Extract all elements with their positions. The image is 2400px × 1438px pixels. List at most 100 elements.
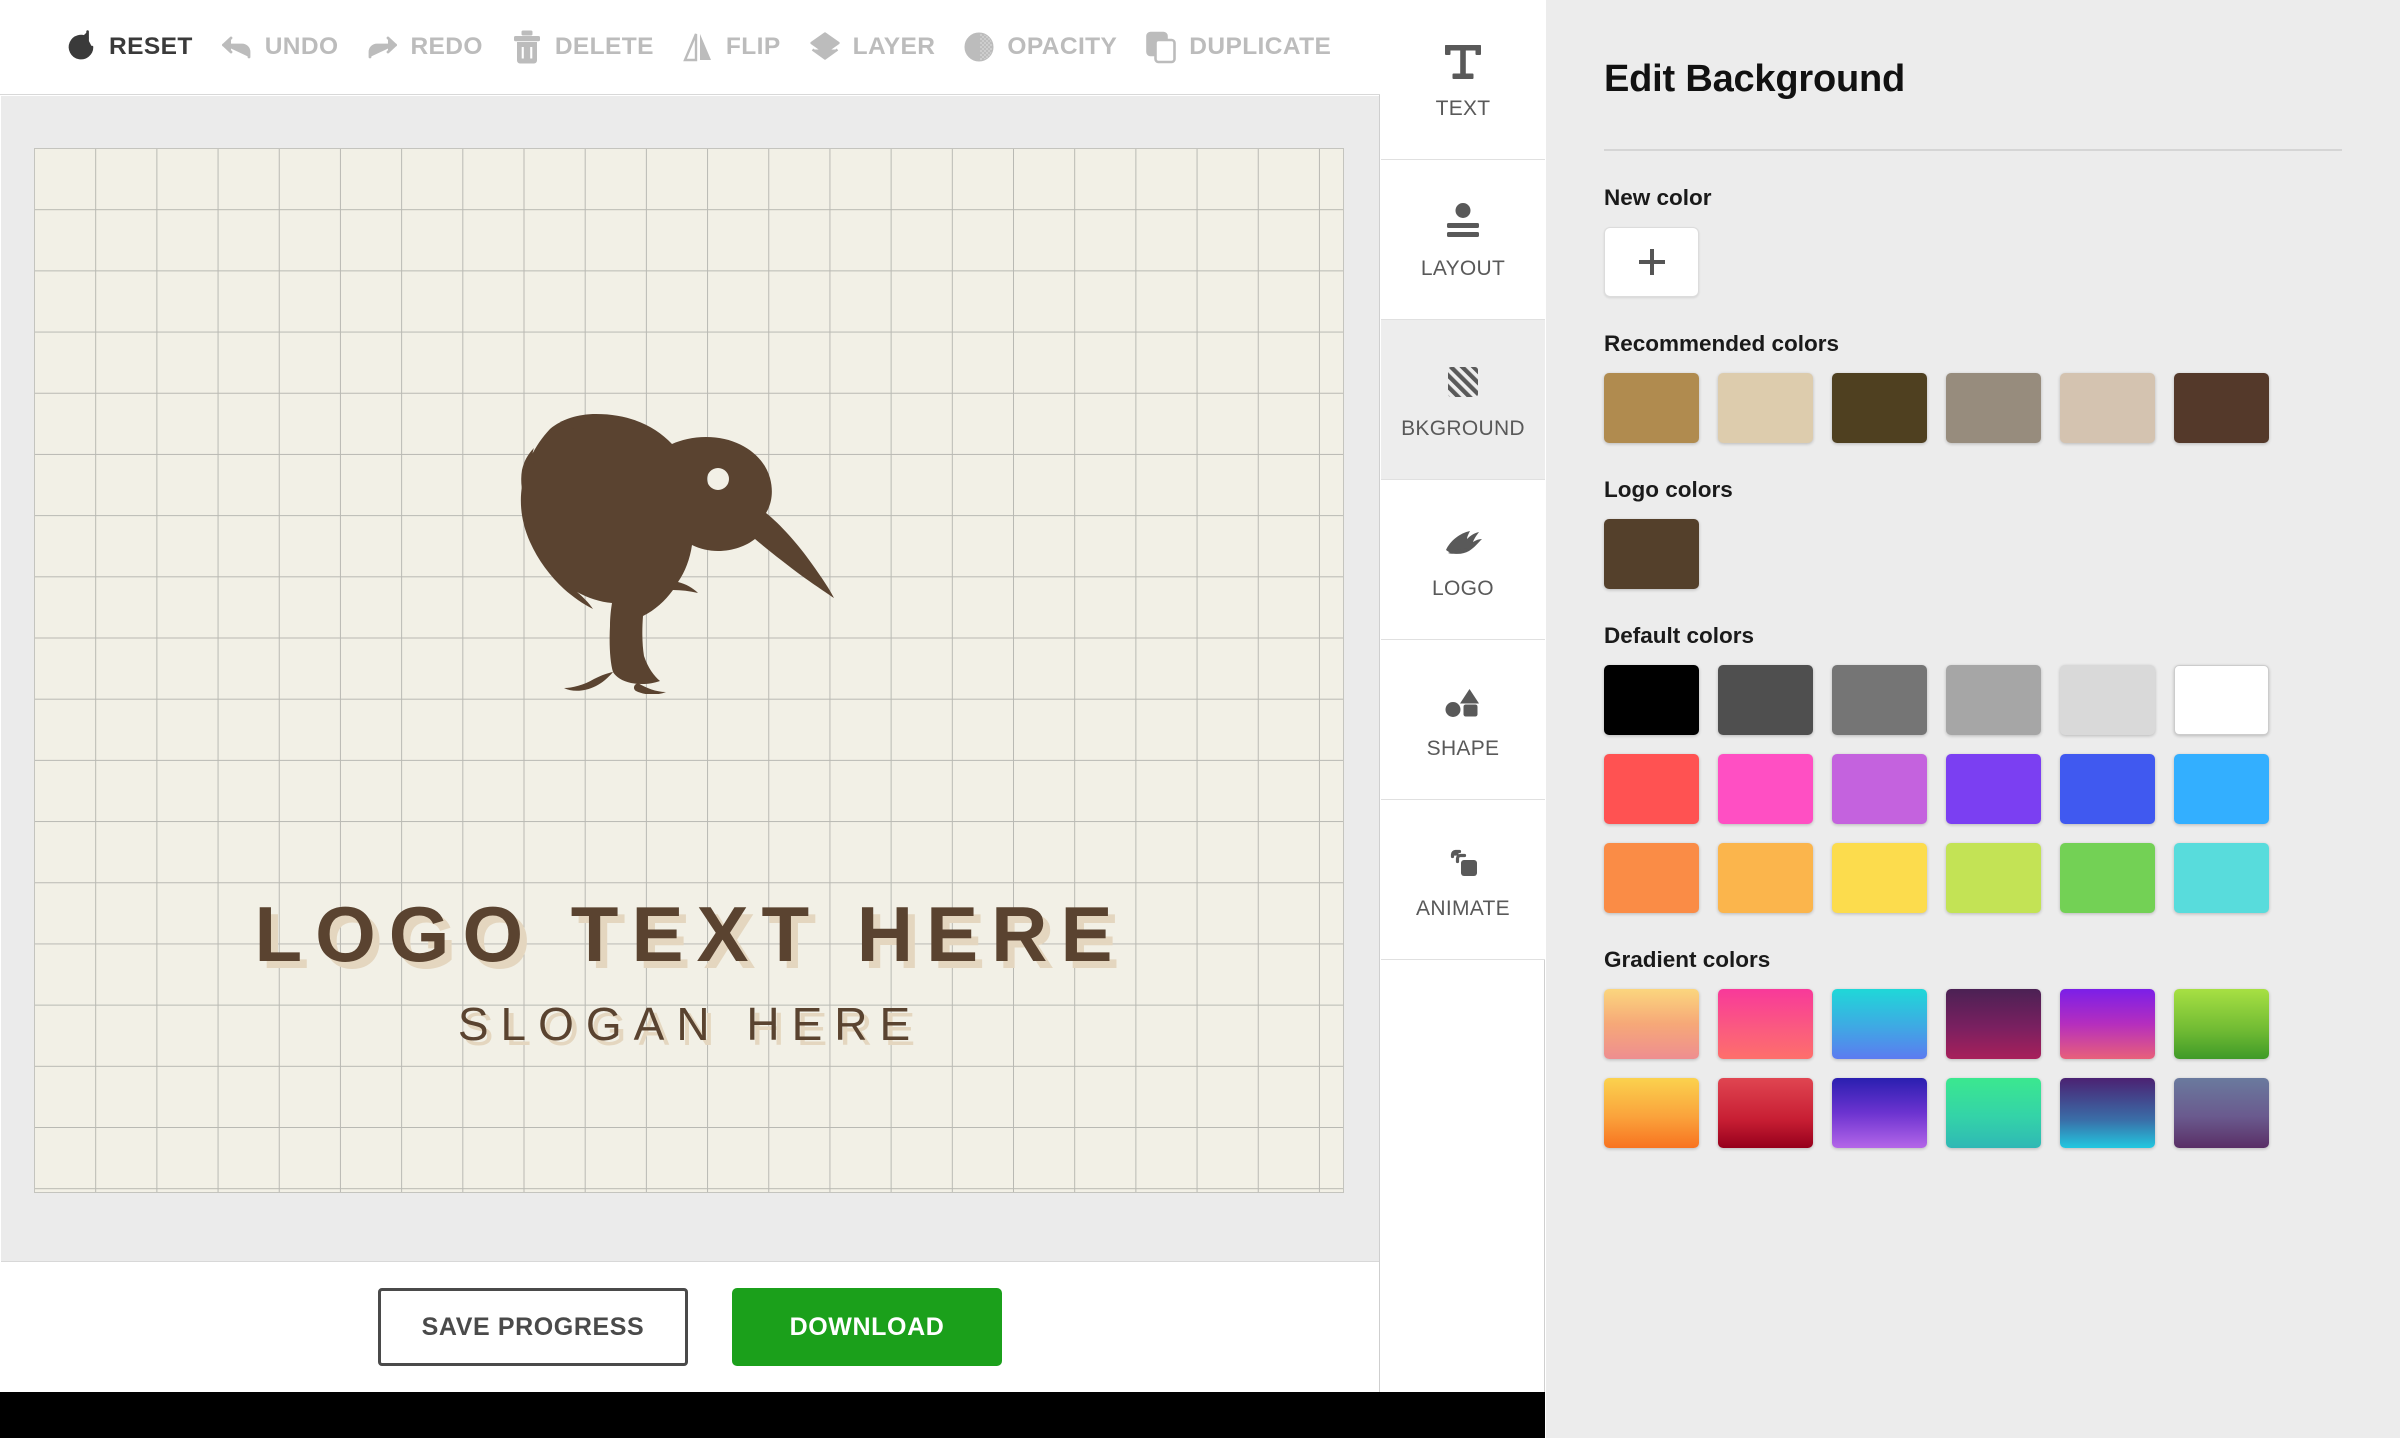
download-button[interactable]: DOWNLOAD bbox=[732, 1288, 1002, 1366]
opacity-button[interactable]: OPACITY bbox=[960, 28, 1117, 66]
logo-colors-label: Logo colors bbox=[1604, 477, 1733, 502]
recommended-color-swatch[interactable] bbox=[2174, 373, 2269, 443]
redo-icon bbox=[363, 28, 401, 66]
gradient-color-swatch[interactable] bbox=[2174, 989, 2269, 1059]
new-color-button[interactable] bbox=[1604, 227, 1699, 297]
undo-icon bbox=[218, 28, 256, 66]
logo-text[interactable]: LOGO TEXT HERE bbox=[35, 889, 1343, 980]
tab-layout-label: LAYOUT bbox=[1420, 256, 1506, 280]
gradient-colors-label: Gradient colors bbox=[1604, 947, 1771, 972]
tab-text[interactable]: TEXT bbox=[1381, 0, 1545, 160]
recommended-color-swatch[interactable] bbox=[2060, 373, 2155, 443]
recommended-colors-grid bbox=[1604, 373, 2342, 443]
gradient-color-swatch[interactable] bbox=[1832, 1078, 1927, 1148]
default-color-swatch[interactable] bbox=[1718, 754, 1813, 824]
default-color-swatch[interactable] bbox=[1946, 843, 2041, 913]
default-color-swatch[interactable] bbox=[1946, 754, 2041, 824]
save-progress-button[interactable]: SAVE PROGRESS bbox=[378, 1288, 688, 1366]
default-color-swatch[interactable] bbox=[1946, 665, 2041, 735]
opacity-icon bbox=[960, 28, 998, 66]
panel-divider bbox=[1604, 149, 2342, 151]
default-color-swatch[interactable] bbox=[2174, 843, 2269, 913]
trash-icon bbox=[508, 28, 546, 66]
slogan-text[interactable]: SLOGAN HERE bbox=[35, 997, 1343, 1051]
gradient-colors-row bbox=[1604, 1078, 2342, 1148]
duplicate-button[interactable]: DUPLICATE bbox=[1142, 28, 1331, 66]
default-color-swatch[interactable] bbox=[1718, 843, 1813, 913]
logo-color-swatch[interactable] bbox=[1604, 519, 1699, 589]
kiwi-bird-icon[interactable] bbox=[450, 404, 840, 695]
default-colors-rows bbox=[1604, 665, 2342, 913]
tool-tab-rail: TEXT LAYOUT BKGROUND LOGO SHAPE ANIMATE bbox=[1381, 0, 1545, 1392]
gradient-color-swatch[interactable] bbox=[1604, 989, 1699, 1059]
tab-shape[interactable]: SHAPE bbox=[1381, 640, 1545, 800]
gradient-colors-row bbox=[1604, 989, 2342, 1059]
tab-animate[interactable]: ANIMATE bbox=[1381, 800, 1545, 960]
default-color-swatch[interactable] bbox=[2060, 843, 2155, 913]
default-color-swatch[interactable] bbox=[1604, 665, 1699, 735]
gradient-color-swatch[interactable] bbox=[1718, 989, 1813, 1059]
flip-icon bbox=[679, 28, 717, 66]
default-color-swatch[interactable] bbox=[1832, 665, 1927, 735]
gradient-color-swatch[interactable] bbox=[1832, 989, 1927, 1059]
logo-editor-app: RESET UNDO REDO DELETE FLIP LAYER OPACIT… bbox=[0, 0, 2400, 1438]
gradient-colors-rows bbox=[1604, 989, 2342, 1148]
flip-button[interactable]: FLIP bbox=[679, 28, 781, 66]
bottom-black-strip bbox=[0, 1392, 1545, 1438]
default-color-swatch[interactable] bbox=[2174, 665, 2269, 735]
animate-stack-icon bbox=[1440, 839, 1486, 885]
duplicate-label: DUPLICATE bbox=[1189, 33, 1332, 60]
layout-icon bbox=[1440, 199, 1486, 245]
recommended-color-swatch[interactable] bbox=[1718, 373, 1813, 443]
editor-toolbar: RESET UNDO REDO DELETE FLIP LAYER OPACIT… bbox=[0, 0, 1380, 95]
recommended-color-swatch[interactable] bbox=[1832, 373, 1927, 443]
reset-button[interactable]: RESET bbox=[62, 28, 193, 66]
default-colors-row bbox=[1604, 843, 2342, 913]
default-color-swatch[interactable] bbox=[1718, 665, 1813, 735]
gradient-color-swatch[interactable] bbox=[1718, 1078, 1813, 1148]
opacity-label: OPACITY bbox=[1007, 33, 1118, 60]
default-color-swatch[interactable] bbox=[1604, 843, 1699, 913]
default-color-swatch[interactable] bbox=[2060, 665, 2155, 735]
default-colors-label: Default colors bbox=[1604, 623, 1755, 648]
default-color-swatch[interactable] bbox=[1604, 754, 1699, 824]
gradient-color-swatch[interactable] bbox=[1946, 989, 2041, 1059]
layer-label: LAYER bbox=[852, 33, 936, 60]
editor-column: RESET UNDO REDO DELETE FLIP LAYER OPACIT… bbox=[0, 0, 1380, 1438]
tab-bkground[interactable]: BKGROUND bbox=[1381, 320, 1545, 480]
redo-button[interactable]: REDO bbox=[363, 28, 482, 66]
default-colors-row bbox=[1604, 754, 2342, 824]
gradient-color-swatch[interactable] bbox=[1604, 1078, 1699, 1148]
undo-button[interactable]: UNDO bbox=[218, 28, 339, 66]
recommended-colors-label: Recommended colors bbox=[1604, 331, 1840, 356]
tab-layout[interactable]: LAYOUT bbox=[1381, 160, 1545, 320]
plus-icon bbox=[1638, 249, 1665, 275]
undo-label: UNDO bbox=[264, 33, 339, 60]
action-bar: SAVE PROGRESS DOWNLOAD bbox=[1, 1261, 1379, 1392]
layer-button[interactable]: LAYER bbox=[806, 28, 936, 66]
default-color-swatch[interactable] bbox=[1832, 754, 1927, 824]
default-color-swatch[interactable] bbox=[2174, 754, 2269, 824]
tab-text-label: TEXT bbox=[1435, 96, 1491, 120]
text-t-icon bbox=[1440, 39, 1486, 85]
logo-colors-grid bbox=[1604, 519, 2342, 589]
tab-logo[interactable]: LOGO bbox=[1381, 480, 1545, 640]
default-color-swatch[interactable] bbox=[2060, 754, 2155, 824]
tab-logo-label: LOGO bbox=[1432, 576, 1494, 600]
recommended-color-swatch[interactable] bbox=[1604, 373, 1699, 443]
shapes-icon bbox=[1440, 679, 1486, 725]
gradient-color-swatch[interactable] bbox=[2060, 1078, 2155, 1148]
delete-button[interactable]: DELETE bbox=[508, 28, 654, 66]
flip-label: FLIP bbox=[725, 33, 781, 60]
default-color-swatch[interactable] bbox=[1832, 843, 1927, 913]
panel-title: Edit Background bbox=[1604, 58, 1906, 100]
gradient-color-swatch[interactable] bbox=[2174, 1078, 2269, 1148]
default-colors-row bbox=[1604, 665, 2342, 735]
layers-icon bbox=[806, 28, 844, 66]
tab-animate-label: ANIMATE bbox=[1416, 896, 1510, 920]
tab-bkground-label: BKGROUND bbox=[1401, 416, 1525, 440]
gradient-color-swatch[interactable] bbox=[2060, 989, 2155, 1059]
recommended-color-swatch[interactable] bbox=[1946, 373, 2041, 443]
gradient-color-swatch[interactable] bbox=[1946, 1078, 2041, 1148]
logo-canvas[interactable]: LOGO TEXT HERE SLOGAN HERE bbox=[34, 148, 1344, 1193]
